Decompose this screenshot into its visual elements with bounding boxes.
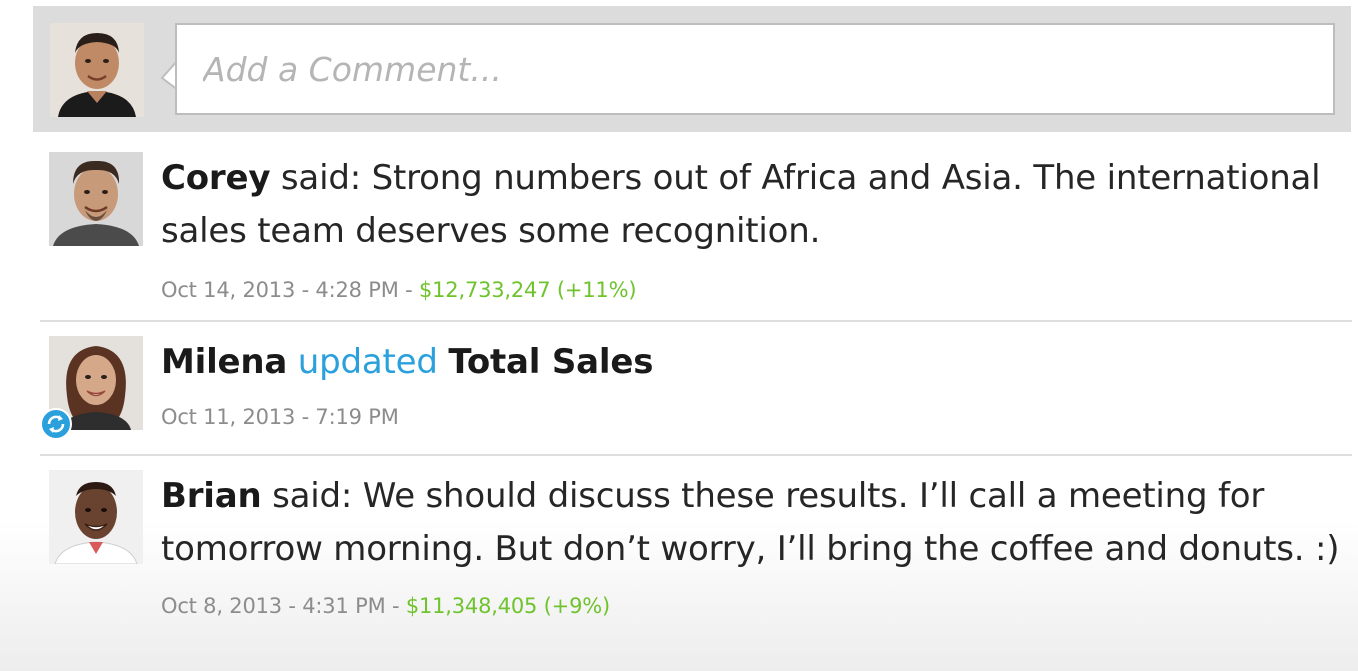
comment-field[interactable] xyxy=(175,23,1335,115)
comment-input[interactable] xyxy=(177,25,1333,113)
metric-value: $12,733,247 (+11%) xyxy=(418,278,637,302)
update-action: updated xyxy=(297,342,438,382)
feed-item-body: Corey said: Strong numbers out of Africa… xyxy=(161,152,1341,302)
updated-target-link[interactable]: Total Sales xyxy=(448,342,653,382)
comment-verb: said: xyxy=(280,158,361,198)
divider xyxy=(40,320,1352,322)
timestamp: Oct 8, 2013 - 4:31 PM - xyxy=(161,594,406,618)
comment-verb: said: xyxy=(272,476,353,516)
author-name[interactable]: Milena xyxy=(161,342,287,382)
comment-text: Brian said: We should discuss these resu… xyxy=(161,470,1341,576)
feed-item-body: Brian said: We should discuss these resu… xyxy=(161,470,1341,618)
comment-meta: Oct 11, 2013 - 7:19 PM xyxy=(161,405,1341,429)
current-user-avatar xyxy=(50,23,144,117)
author-name[interactable]: Brian xyxy=(161,476,262,516)
comment-composer xyxy=(33,6,1351,132)
metric-value: $11,348,405 (+9%) xyxy=(405,594,610,618)
timestamp: Oct 11, 2013 - 7:19 PM xyxy=(161,405,399,429)
sync-icon xyxy=(40,408,72,440)
comment-meta: Oct 14, 2013 - 4:28 PM - $12,733,247 (+1… xyxy=(161,278,1341,302)
author-name[interactable]: Corey xyxy=(161,158,271,198)
comment-meta: Oct 8, 2013 - 4:31 PM - $11,348,405 (+9%… xyxy=(161,594,1341,618)
comment-text: Corey said: Strong numbers out of Africa… xyxy=(161,152,1341,258)
corey-avatar[interactable] xyxy=(49,152,143,246)
divider xyxy=(40,454,1352,456)
update-text: Milena updated Total Sales xyxy=(161,336,1341,389)
timestamp: Oct 14, 2013 - 4:28 PM - xyxy=(161,278,419,302)
activity-feed: Corey said: Strong numbers out of Africa… xyxy=(0,0,1358,671)
feed-item-body: Milena updated Total Sales Oct 11, 2013 … xyxy=(161,336,1341,429)
brian-avatar[interactable] xyxy=(49,470,143,564)
